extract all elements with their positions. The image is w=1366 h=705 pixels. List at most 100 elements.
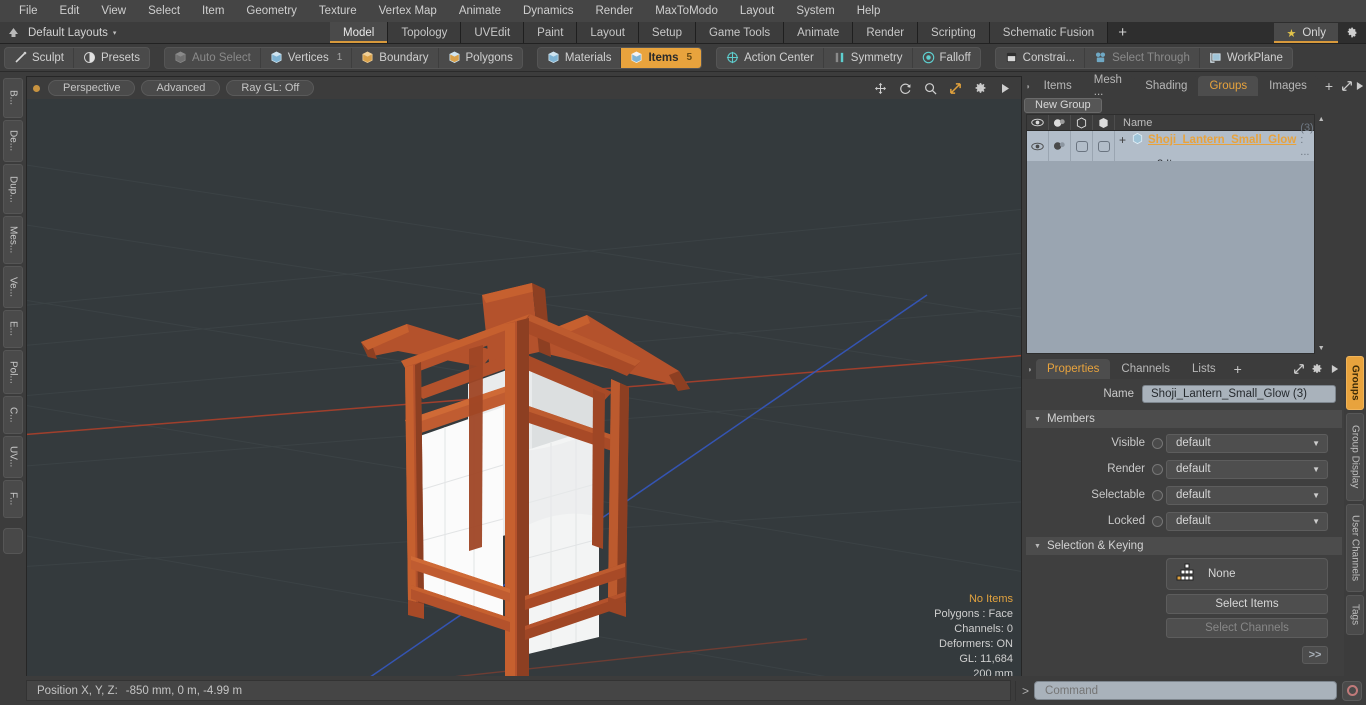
scroll-up-icon[interactable]: ▲ xyxy=(1318,116,1325,123)
symmetry-button[interactable]: Symmetry xyxy=(824,47,913,68)
expand-icon[interactable] xyxy=(1290,359,1308,379)
selection-keying-section-header[interactable]: ▼ Selection & Keying xyxy=(1026,537,1342,555)
falloff-button[interactable]: Falloff xyxy=(913,48,980,68)
render-toggle[interactable] xyxy=(1152,463,1163,475)
render-dropdown[interactable]: default ▼ xyxy=(1166,459,1328,479)
sidebar-item-polygon[interactable]: Pol... xyxy=(3,350,23,394)
tab-uvedit[interactable]: UVEdit xyxy=(461,22,525,43)
name-field[interactable]: Shoji_Lantern_Small_Glow (3) xyxy=(1142,385,1336,403)
play-icon[interactable] xyxy=(996,79,1015,97)
menu-item-texture[interactable]: Texture xyxy=(308,0,368,22)
groups-list-scrollbar[interactable]: ▲ ▼ xyxy=(1316,114,1326,354)
sidebar-item-groups[interactable]: Groups xyxy=(1346,356,1364,410)
selection-set-field[interactable]: None xyxy=(1166,558,1328,590)
items-button[interactable]: Items 5 xyxy=(621,47,702,68)
expand-icon[interactable] xyxy=(1340,76,1353,96)
new-group-button[interactable]: New Group xyxy=(1024,97,1102,113)
tab-render[interactable]: Render xyxy=(853,22,919,43)
menu-item-maxtomodo[interactable]: MaxToModo xyxy=(644,0,729,22)
row-select-checkbox[interactable] xyxy=(1093,131,1115,161)
materials-button[interactable]: Materials xyxy=(538,47,622,68)
menu-item-help[interactable]: Help xyxy=(846,0,892,22)
tab-images[interactable]: Images xyxy=(1258,76,1318,96)
visible-toggle[interactable] xyxy=(1152,437,1163,449)
menu-item-item[interactable]: Item xyxy=(191,0,235,22)
only-toggle-button[interactable]: ★ Only xyxy=(1274,22,1338,43)
play-icon[interactable] xyxy=(1353,76,1366,96)
menu-item-geometry[interactable]: Geometry xyxy=(235,0,308,22)
auto-select-button[interactable]: Auto Select xyxy=(165,47,261,68)
locked-dropdown[interactable]: default ▼ xyxy=(1166,511,1328,531)
tab-schematic-fusion[interactable]: Schematic Fusion xyxy=(989,22,1109,43)
scroll-down-icon[interactable]: ▼ xyxy=(1318,345,1325,352)
sidebar-item-duplicate[interactable]: Dup... xyxy=(3,164,23,214)
sidebar-item-basic[interactable]: B... xyxy=(3,78,23,118)
menu-item-animate[interactable]: Animate xyxy=(448,0,512,22)
sidebar-item-group-display[interactable]: Group Display xyxy=(1346,413,1364,501)
tab-scripting[interactable]: Scripting xyxy=(918,22,990,43)
tab-game-tools[interactable]: Game Tools xyxy=(695,22,785,43)
viewport-perspective-button[interactable]: Perspective xyxy=(48,80,136,96)
row-visible-checkbox[interactable] xyxy=(1071,131,1093,161)
sidebar-item-uv[interactable]: UV... xyxy=(3,436,23,478)
record-icon[interactable] xyxy=(1342,680,1362,701)
members-section-header[interactable]: ▼ Members xyxy=(1026,410,1342,428)
visible-dropdown[interactable]: default ▼ xyxy=(1166,433,1328,453)
selectable-dropdown[interactable]: default ▼ xyxy=(1166,485,1328,505)
expand-more-button[interactable]: >> xyxy=(1302,646,1328,664)
menu-item-view[interactable]: View xyxy=(90,0,137,22)
tab-properties[interactable]: Properties xyxy=(1036,359,1111,379)
viewport-3d[interactable]: Y X Z No Items Polygons : Face Channels:… xyxy=(27,99,1021,704)
select-through-button[interactable]: Select Through xyxy=(1085,47,1200,68)
menu-item-system[interactable]: System xyxy=(785,0,845,22)
gear-icon[interactable] xyxy=(1338,23,1364,43)
zoom-icon[interactable] xyxy=(921,79,940,97)
menu-item-layout[interactable]: Layout xyxy=(729,0,786,22)
sidebar-item-deform[interactable]: De... xyxy=(3,120,23,162)
sidebar-item-mesh[interactable]: Mes... xyxy=(3,216,23,264)
sidebar-extra-button[interactable] xyxy=(3,528,23,554)
workplane-button[interactable]: WorkPlane xyxy=(1200,48,1292,68)
tab-shading[interactable]: Shading xyxy=(1134,76,1199,96)
sidebar-item-vertex[interactable]: Ve... xyxy=(3,266,23,308)
menu-item-dynamics[interactable]: Dynamics xyxy=(512,0,584,22)
tab-model[interactable]: Model xyxy=(330,22,389,43)
gear-icon[interactable] xyxy=(971,79,990,97)
move-icon[interactable] xyxy=(871,79,890,97)
menu-item-file[interactable]: File xyxy=(8,0,49,22)
row-eye-icon[interactable] xyxy=(1027,131,1049,161)
tab-topology[interactable]: Topology xyxy=(388,22,462,43)
viewport-raygl-button[interactable]: Ray GL: Off xyxy=(226,80,315,96)
rotate-icon[interactable] xyxy=(896,79,915,97)
tab-layout[interactable]: Layout xyxy=(577,22,639,43)
tab-paint[interactable]: Paint xyxy=(524,22,578,43)
presets-button[interactable]: Presets xyxy=(74,48,149,68)
selectable-toggle[interactable] xyxy=(1152,489,1163,501)
layout-selector[interactable]: Default Layouts ▾ xyxy=(0,22,330,43)
tab-groups[interactable]: Groups xyxy=(1198,76,1259,96)
sidebar-item-edge[interactable]: E... xyxy=(3,310,23,348)
properties-menu-icon[interactable]: ◗ xyxy=(1024,359,1036,379)
play-icon[interactable] xyxy=(1326,359,1344,379)
add-panel-tab-button[interactable]: + xyxy=(1317,76,1341,96)
groups-list-empty-area[interactable] xyxy=(1027,161,1314,353)
sidebar-item-user-channels[interactable]: User Channels xyxy=(1346,504,1364,592)
tab-lists[interactable]: Lists xyxy=(1181,359,1227,379)
tab-setup[interactable]: Setup xyxy=(638,22,696,43)
menu-item-select[interactable]: Select xyxy=(137,0,191,22)
sidebar-item-command[interactable]: C... xyxy=(3,396,23,434)
row-render-icon[interactable] xyxy=(1049,131,1071,161)
tab-animate[interactable]: Animate xyxy=(784,22,854,43)
menu-item-edit[interactable]: Edit xyxy=(49,0,91,22)
viewport-advanced-button[interactable]: Advanced xyxy=(141,80,221,96)
add-tab-button[interactable]: + xyxy=(1108,22,1137,43)
select-items-button[interactable]: Select Items xyxy=(1166,594,1328,614)
expander-icon[interactable]: + xyxy=(1119,133,1126,147)
menu-item-render[interactable]: Render xyxy=(584,0,644,22)
locked-toggle[interactable] xyxy=(1152,515,1163,527)
add-properties-tab-button[interactable]: + xyxy=(1226,359,1249,379)
action-center-button[interactable]: Action Center xyxy=(717,47,824,68)
panel-menu-icon[interactable]: ◗ xyxy=(1024,76,1033,96)
constraints-button[interactable]: Constrai... xyxy=(996,47,1086,68)
table-row[interactable]: + Shoji_Lantern_Small_Glow (3) : ... 2 I… xyxy=(1027,122,1314,170)
